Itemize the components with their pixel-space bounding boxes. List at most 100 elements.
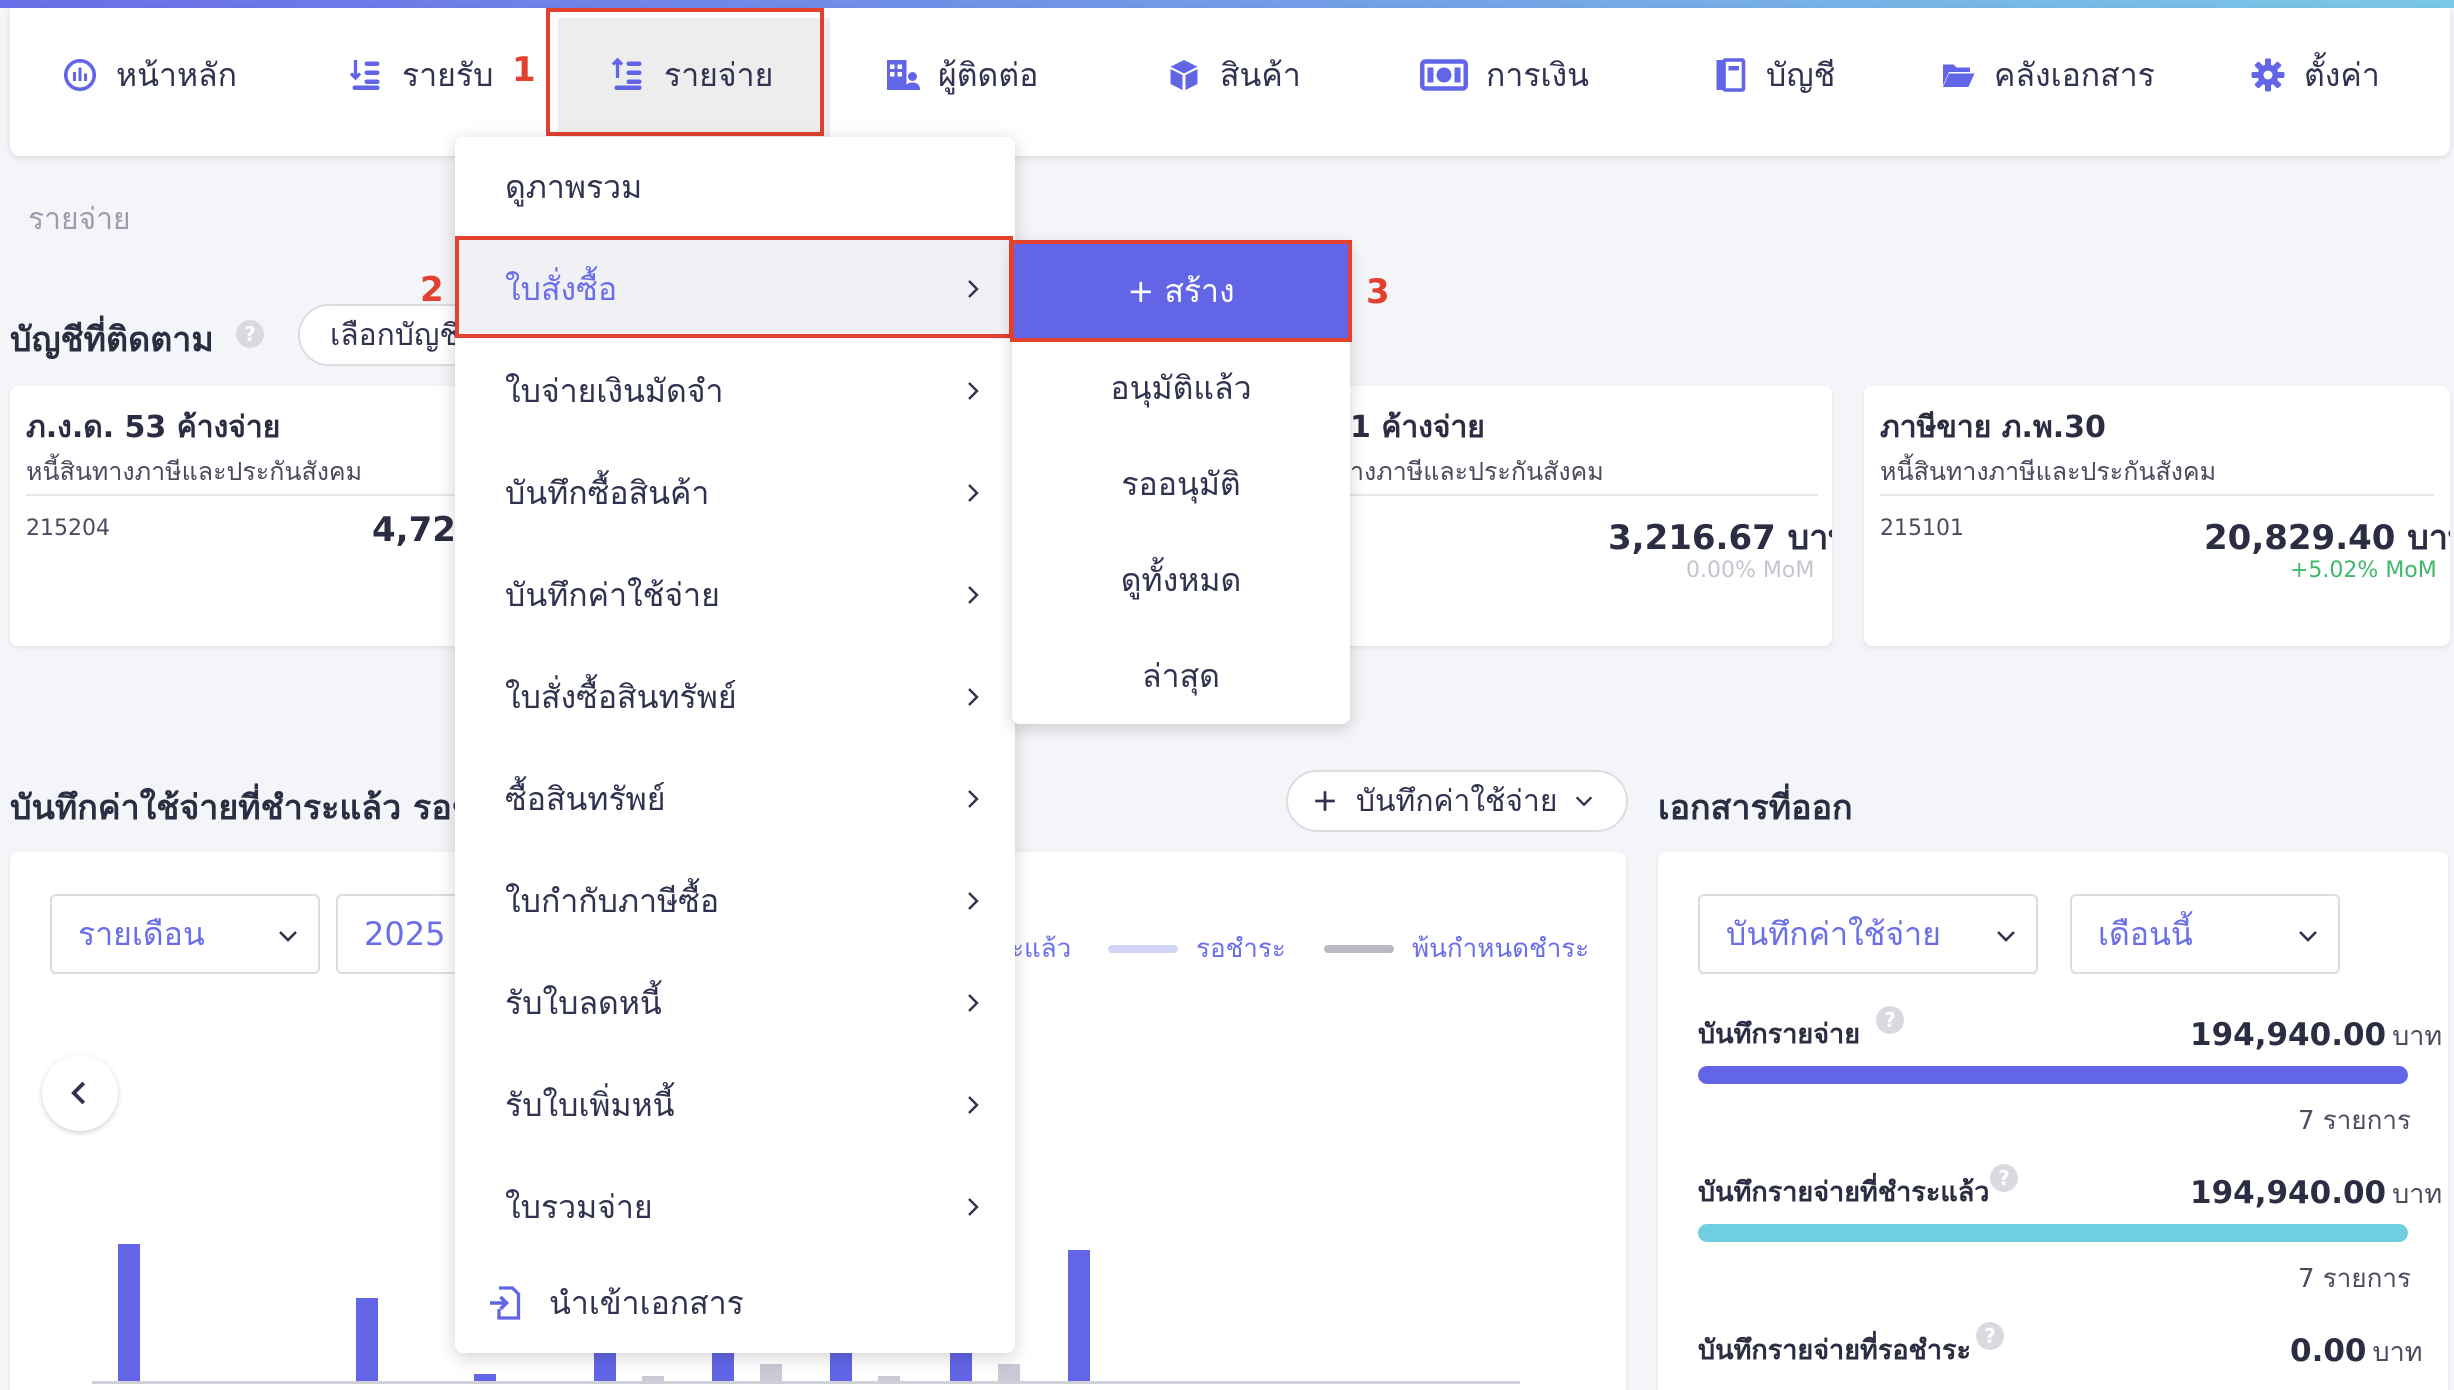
menu-item-expense-record[interactable]: บันทึกค่าใช้จ่าย [455, 545, 1015, 645]
stat-amount-paid: 194,940.00บาท [2190, 1172, 2442, 1215]
menu-item-asset-purchase-order[interactable]: ใบสั่งซื้อสินทรัพย์ [455, 647, 1015, 747]
paid-expenses-title: บันทึกค่าใช้จ่ายที่ชำระแล้ว รอชำ [10, 780, 494, 834]
account-card-category: หนี้สินทางภาษีและประกันสังคม [1880, 452, 2216, 492]
document-type-value: บันทึกค่าใช้จ่าย [1726, 909, 1941, 960]
menu-item-label: รับใบลดหนี้ [505, 978, 662, 1029]
menu-item-receive-credit-note[interactable]: รับใบลดหนี้ [455, 953, 1015, 1053]
import-document-icon [487, 1285, 523, 1321]
menu-item-label: รับใบเพิ่มหนี้ [505, 1080, 675, 1131]
nav-label-contacts: ผู้ติดต่อ [938, 50, 1038, 101]
contacts-icon [884, 57, 920, 93]
chevron-right-icon [961, 479, 985, 507]
stat-amount-expenses: 194,940.00บาท [2190, 1014, 2442, 1057]
currency-unit: บาท [2392, 1179, 2442, 1210]
chevron-down-icon [1994, 924, 2018, 948]
chevron-right-icon [961, 785, 985, 813]
help-icon[interactable]: ? [1976, 1322, 2004, 1350]
nav-label-home: หน้าหลัก [116, 50, 237, 101]
chevron-down-icon [2296, 924, 2320, 948]
progress-fill [1698, 1066, 2408, 1084]
help-icon[interactable]: ? [1876, 1006, 1904, 1034]
stat-label-pending: บันทึกรายจ่ายที่รอชำระ [1698, 1328, 1971, 1371]
chevron-right-icon [961, 887, 985, 915]
account-amount: 3,216.67 บาท [1608, 510, 1832, 564]
period-select-value: รายเดือน [78, 909, 205, 960]
legend-label-paid: ะแล้ว [1010, 928, 1071, 969]
top-accent-bar [0, 0, 2454, 8]
progress-expenses [1698, 1066, 2408, 1084]
nav-item-contacts[interactable]: ผู้ติดต่อ [884, 55, 1038, 95]
menu-item-import-documents[interactable]: นำเข้าเอกสาร [455, 1253, 1015, 1353]
breadcrumb: รายจ่าย [28, 196, 131, 243]
nav-item-finance[interactable]: การเงิน [1420, 55, 1589, 95]
ledger-icon [1712, 57, 1748, 93]
nav-label-products: สินค้า [1220, 50, 1301, 101]
submenu-item-latest[interactable]: ล่าสุด [1012, 628, 1350, 724]
stat-count-paid: 7 รายการ [2298, 1258, 2411, 1299]
annotation-box-create [1010, 240, 1352, 342]
stat-label-paid: บันทึกรายจ่ายที่ชำระแล้ว [1698, 1170, 1989, 1213]
menu-item-buy-asset[interactable]: ซื้อสินทรัพย์ [455, 749, 1015, 849]
add-expense-button[interactable]: บันทึกค่าใช้จ่าย [1286, 770, 1628, 832]
issued-period-select[interactable]: เดือนนี้ [2070, 894, 2340, 974]
nav-label-finance: การเงิน [1486, 50, 1589, 101]
menu-item-receive-debit-note[interactable]: รับใบเพิ่มหนี้ [455, 1055, 1015, 1155]
menu-item-purchase-tax-invoice[interactable]: ใบกำกับภาษีซื้อ [455, 851, 1015, 951]
nav-label-documents: คลังเอกสาร [1994, 50, 2155, 101]
issued-documents-title: เอกสารที่ออก [1658, 780, 1853, 834]
progress-fill [1698, 1224, 2408, 1242]
divider [1350, 494, 1818, 496]
help-icon[interactable]: ? [236, 320, 264, 348]
nav-item-settings[interactable]: ตั้งค่า [2250, 55, 2380, 95]
stat-amount-pending: 0.00บาท [2290, 1330, 2423, 1373]
stat-amount-value: 0.00 [2290, 1333, 2367, 1369]
nav-item-documents[interactable]: คลังเอกสาร [1940, 55, 2155, 95]
gear-icon [2250, 57, 2286, 93]
nav-item-income[interactable]: รายรับ [348, 55, 493, 95]
add-expense-label: บันทึกค่าใช้จ่าย [1356, 778, 1557, 825]
chart-bar [474, 1374, 496, 1381]
menu-item-deposit-payment[interactable]: ใบจ่ายเงินมัดจำ [455, 341, 1015, 441]
watched-accounts-title: บัญชีที่ติดตาม [10, 312, 214, 366]
menu-item-overview[interactable]: ดูภาพรวม [455, 137, 1015, 237]
chart-bar [830, 1350, 852, 1381]
nav-item-accounting[interactable]: บัญชี [1712, 55, 1835, 95]
chart-bar [1068, 1250, 1090, 1381]
chart-prev-button[interactable] [42, 1055, 118, 1131]
submenu-item-approved[interactable]: อนุมัติแล้ว [1012, 340, 1350, 436]
chart-bar [760, 1364, 782, 1381]
menu-item-label: ใบกำกับภาษีซื้อ [505, 876, 719, 927]
stat-amount-value: 194,940.00 [2190, 1017, 2386, 1053]
document-type-select[interactable]: บันทึกค่าใช้จ่าย [1698, 894, 2038, 974]
submenu-item-pending-approval[interactable]: รออนุมัติ [1012, 436, 1350, 532]
chevron-down-icon [276, 924, 300, 948]
submenu-item-view-all[interactable]: ดูทั้งหมด [1012, 532, 1350, 628]
menu-item-label: ซื้อสินทรัพย์ [505, 774, 665, 825]
step-number-3: 3 [1366, 272, 1390, 312]
nav-label-settings: ตั้งค่า [2304, 50, 2380, 101]
chart-x-axis [92, 1381, 1520, 1384]
annotation-box-purchase-order [455, 236, 1013, 338]
nav-item-products[interactable]: สินค้า [1166, 55, 1301, 95]
account-card-category: างภาษีและประกันสังคม [1350, 452, 1604, 492]
menu-item-label: บันทึกซื้อสินค้า [505, 468, 709, 519]
annotation-box-expense [546, 8, 824, 136]
menu-item-combined-payment[interactable]: ใบรวมจ่าย [455, 1157, 1015, 1257]
account-card-title: ภ.ง.ด. 53 ค้างจ่าย [26, 404, 280, 451]
menu-item-label: ใบจ่ายเงินมัดจำ [505, 366, 723, 417]
year-select-value: 2025 [364, 915, 445, 953]
currency-unit: บาท [2373, 1337, 2423, 1368]
chevron-left-icon [65, 1078, 95, 1108]
chevron-down-icon [1573, 790, 1595, 812]
nav-item-home[interactable]: หน้าหลัก [62, 55, 237, 95]
menu-item-label: ใบสั่งซื้อสินทรัพย์ [505, 672, 737, 723]
menu-item-purchase-record[interactable]: บันทึกซื้อสินค้า [455, 443, 1015, 543]
help-icon[interactable]: ? [1990, 1164, 2018, 1192]
currency-unit: บาท [2392, 1021, 2442, 1052]
mom-change: 0.00% MoM [1686, 558, 1814, 583]
stat-count-expenses: 7 รายการ [2298, 1100, 2411, 1141]
chart-bar [356, 1298, 378, 1381]
account-card-vat[interactable]: ภาษีขาย ภ.พ.30 หนี้สินทางภาษีและประกันสั… [1864, 386, 2450, 646]
select-account-label: เลือกบัญชี [330, 312, 460, 359]
period-select[interactable]: รายเดือน [50, 894, 320, 974]
